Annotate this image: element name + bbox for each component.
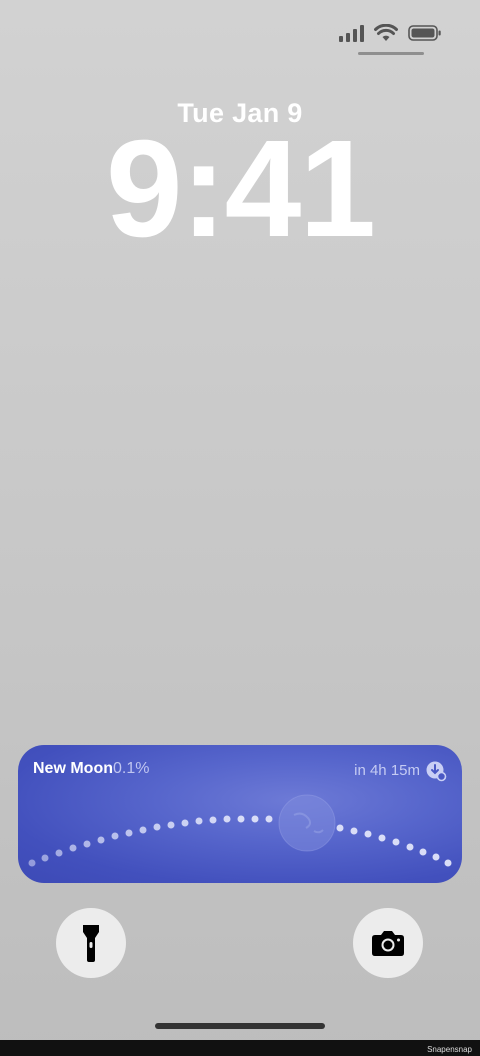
camera-button[interactable] <box>353 908 423 978</box>
bottom-strip <box>0 1040 480 1056</box>
home-indicator[interactable] <box>155 1023 325 1029</box>
moon-phase-name: New Moon <box>33 760 113 777</box>
moon-illumination: 0.1% <box>113 760 150 777</box>
lockscreen-time: 9:41 <box>105 112 376 266</box>
flashlight-button[interactable] <box>56 908 126 978</box>
battery-icon <box>408 24 442 42</box>
moon-next-event: in 4h 15m <box>354 762 420 779</box>
flashlight-icon <box>83 925 99 962</box>
camera-icon <box>372 931 404 956</box>
moonrise-icon <box>425 760 447 787</box>
cellular-signal-icon <box>339 24 364 42</box>
status-underline <box>358 52 424 55</box>
moon-phase-widget[interactable]: New Moon 0.1% in 4h 15m <box>18 745 462 883</box>
watermark: Snapensnap <box>427 1045 472 1054</box>
status-bar <box>339 24 442 42</box>
wifi-icon <box>374 24 398 42</box>
